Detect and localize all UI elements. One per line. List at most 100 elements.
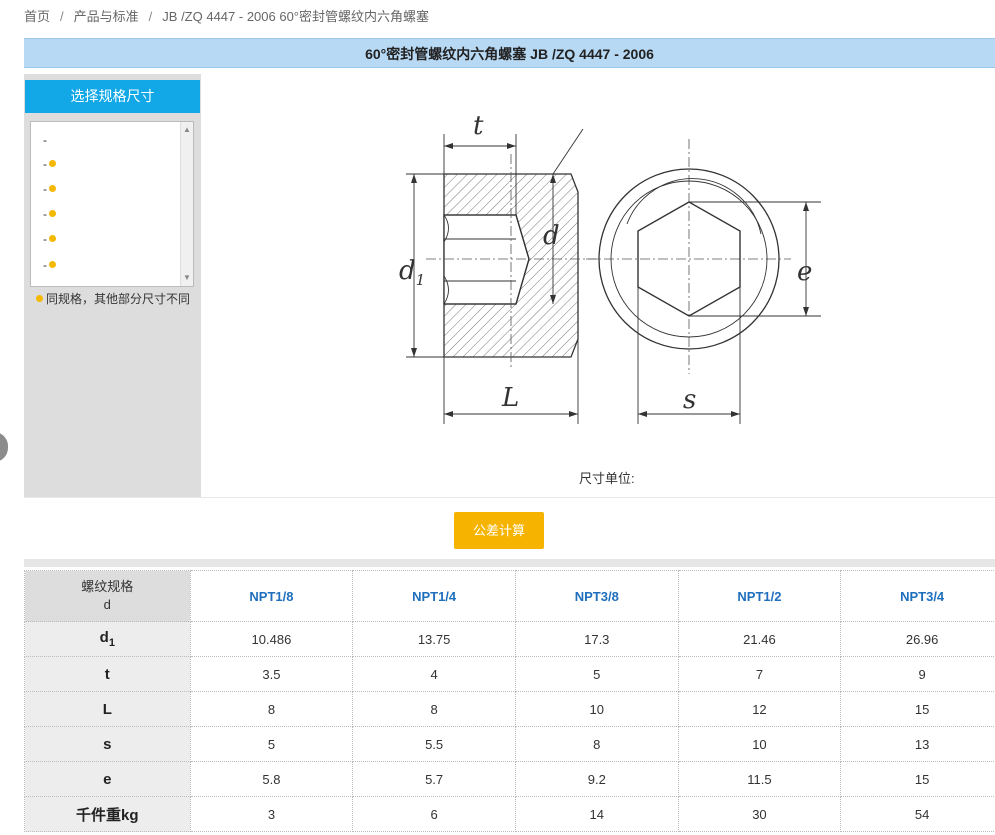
dim-label-d: d bbox=[543, 221, 560, 251]
breadcrumb-separator: / bbox=[148, 9, 153, 24]
table-cell: 5 bbox=[189, 726, 354, 762]
table-cell: 5.7 bbox=[352, 761, 516, 797]
corner-sublabel: d bbox=[103, 597, 111, 612]
spec-list-item[interactable]: - bbox=[43, 134, 47, 146]
table-row: L 8 8 10 12 15 bbox=[24, 691, 995, 727]
table-row: d1 10.486 13.75 17.3 21.46 26.96 bbox=[24, 621, 995, 657]
spec-table: 螺纹规格 d NPT1/8 NPT1/4 NPT3/8 NPT1/2 NPT3/4… bbox=[24, 570, 995, 832]
spec-list-item[interactable]: - bbox=[43, 208, 56, 220]
breadcrumb: 首页 / 产品与标准 / JB /ZQ 4447 - 2006 60°密封管螺纹内六角螺… bbox=[24, 6, 429, 25]
tolerance-calc-button[interactable]: 公差计算 bbox=[454, 512, 544, 549]
spec-item-label: - bbox=[43, 232, 47, 246]
scroll-up-arrow-icon[interactable]: ▲ bbox=[181, 124, 193, 136]
spec-list-scrollbar[interactable]: ▲ ▼ bbox=[180, 122, 193, 286]
spec-legend: 同规格，其他部分尺寸不同 bbox=[36, 290, 190, 307]
column-header-npt3-8[interactable]: NPT3/8 bbox=[514, 570, 679, 622]
table-row: e 5.8 5.7 9.2 11.5 15 bbox=[24, 761, 995, 797]
table-cell: 15 bbox=[840, 761, 995, 797]
row-label-L: L bbox=[24, 691, 191, 727]
column-header-npt3-4[interactable]: NPT3/4 bbox=[840, 570, 995, 622]
legend-dot-icon bbox=[36, 295, 43, 302]
table-row: t 3.5 4 5 7 9 bbox=[24, 656, 995, 692]
table-cell: 8 bbox=[514, 726, 679, 762]
column-header-npt1-2[interactable]: NPT1/2 bbox=[677, 570, 842, 622]
spec-list[interactable]: - - - - - - ▲ ▼ bbox=[30, 121, 194, 287]
table-row: 千件重kg 3 6 14 30 54 bbox=[24, 796, 995, 832]
scroll-down-arrow-icon[interactable]: ▼ bbox=[181, 272, 193, 284]
breadcrumb-category-link[interactable]: 产品与标准 bbox=[74, 9, 139, 24]
row-label-e: e bbox=[24, 761, 191, 797]
table-row: s 5 5.5 8 10 13 bbox=[24, 726, 995, 762]
table-cell: 30 bbox=[677, 796, 842, 832]
table-cell: 3 bbox=[189, 796, 354, 832]
breadcrumb-separator: / bbox=[60, 9, 64, 24]
table-cell: 8 bbox=[352, 691, 516, 727]
dim-label-s: s bbox=[683, 385, 696, 415]
dim-label-L: L bbox=[501, 383, 519, 413]
corner-label: 螺纹规格 bbox=[81, 579, 134, 594]
table-corner-header: 螺纹规格 d bbox=[24, 570, 191, 622]
unit-label: 尺寸单位: bbox=[579, 471, 635, 486]
spec-list-item[interactable]: - bbox=[43, 259, 56, 271]
same-spec-dot-icon bbox=[49, 235, 56, 242]
spec-item-label: - bbox=[43, 157, 47, 171]
table-cell: 54 bbox=[840, 796, 995, 832]
page-title: 60°密封管螺纹内六角螺塞 JB /ZQ 4447 - 2006 bbox=[24, 38, 995, 68]
table-cell: 10 bbox=[677, 726, 842, 762]
table-cell: 21.46 bbox=[677, 621, 842, 657]
table-cell: 3.5 bbox=[189, 656, 354, 692]
table-cell: 5.8 bbox=[189, 761, 354, 797]
table-cell: 9 bbox=[840, 656, 995, 692]
breadcrumb-current: JB /ZQ 4447 - 2006 60°密封管螺纹内六角螺塞 bbox=[162, 9, 430, 24]
same-spec-dot-icon bbox=[49, 160, 56, 167]
side-float-tab[interactable] bbox=[0, 432, 8, 462]
table-cell: 10 bbox=[514, 691, 679, 727]
same-spec-dot-icon bbox=[49, 261, 56, 268]
table-cell: 13.75 bbox=[352, 621, 516, 657]
dim-label-e: e bbox=[797, 257, 812, 287]
table-cell: 5.5 bbox=[352, 726, 516, 762]
table-cell: 13 bbox=[840, 726, 995, 762]
table-cell: 17.3 bbox=[514, 621, 679, 657]
table-cell: 14 bbox=[514, 796, 679, 832]
table-cell: 5 bbox=[514, 656, 679, 692]
column-header-npt1-8[interactable]: NPT1/8 bbox=[189, 570, 354, 622]
spec-item-label: - bbox=[43, 133, 47, 147]
same-spec-dot-icon bbox=[49, 185, 56, 192]
dim-label-t: t bbox=[473, 111, 484, 141]
spec-item-label: - bbox=[43, 207, 47, 221]
table-cell: 11.5 bbox=[677, 761, 842, 797]
spec-selector-panel: 选择规格尺寸 - - - - - - ▲ ▼ 同规格，其他部分尺寸不同 bbox=[24, 74, 201, 497]
table-cell: 12 bbox=[677, 691, 842, 727]
spec-list-item[interactable]: - bbox=[43, 183, 56, 195]
legend-text: 同规格，其他部分尺寸不同 bbox=[46, 292, 191, 306]
row-label-d1: d1 bbox=[24, 621, 191, 657]
table-cell: 7 bbox=[677, 656, 842, 692]
spec-list-item[interactable]: - bbox=[43, 233, 56, 245]
table-cell: 9.2 bbox=[514, 761, 679, 797]
spec-selector-header[interactable]: 选择规格尺寸 bbox=[25, 80, 200, 113]
table-cell: 15 bbox=[840, 691, 995, 727]
column-header-npt1-4[interactable]: NPT1/4 bbox=[352, 570, 516, 622]
table-header-row: 螺纹规格 d NPT1/8 NPT1/4 NPT3/8 NPT1/2 NPT3/4 bbox=[24, 570, 995, 622]
technical-drawing-panel: t d d1 L s e bbox=[201, 74, 995, 497]
row-label-s: s bbox=[24, 726, 191, 762]
front-view-dimensions bbox=[637, 201, 821, 424]
table-cell: 10.486 bbox=[189, 621, 354, 657]
table-cell: 8 bbox=[189, 691, 354, 727]
table-cell: 26.96 bbox=[840, 621, 995, 657]
table-cell: 4 bbox=[352, 656, 516, 692]
spec-item-label: - bbox=[43, 182, 47, 196]
row-label-t: t bbox=[24, 656, 191, 692]
divider bbox=[24, 497, 995, 498]
spec-list-item[interactable]: - bbox=[43, 158, 56, 170]
same-spec-dot-icon bbox=[49, 210, 56, 217]
spec-item-label: - bbox=[43, 258, 47, 272]
dim-label-d1: d1 bbox=[399, 256, 425, 289]
front-view-arrowheads bbox=[638, 202, 809, 417]
breadcrumb-home-link[interactable]: 首页 bbox=[24, 9, 50, 24]
row-label-weight: 千件重kg bbox=[24, 796, 191, 832]
section-separator bbox=[24, 559, 995, 567]
table-cell: 6 bbox=[352, 796, 516, 832]
plug-drawing: t d d1 L s e bbox=[399, 111, 821, 424]
